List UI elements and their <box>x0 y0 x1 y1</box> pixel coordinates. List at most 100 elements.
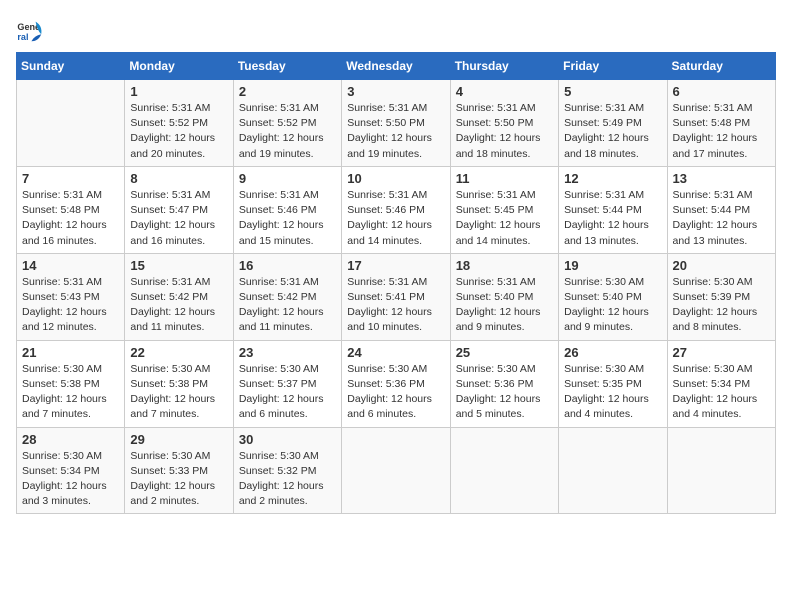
day-number: 19 <box>564 258 661 273</box>
day-info: Sunrise: 5:31 AMSunset: 5:50 PMDaylight:… <box>456 101 553 162</box>
day-info: Sunrise: 5:31 AMSunset: 5:52 PMDaylight:… <box>239 101 336 162</box>
calendar-body: 1Sunrise: 5:31 AMSunset: 5:52 PMDaylight… <box>17 80 776 514</box>
calendar-header-cell: Thursday <box>450 53 558 80</box>
day-number: 8 <box>130 171 227 186</box>
calendar-cell <box>667 427 775 514</box>
day-info: Sunrise: 5:30 AMSunset: 5:32 PMDaylight:… <box>239 449 336 510</box>
calendar-cell: 24 Sunrise: 5:30 AMSunset: 5:36 PMDayligh… <box>342 340 450 427</box>
day-number: 25 <box>456 345 553 360</box>
calendar-cell: 14 Sunrise: 5:31 AMSunset: 5:43 PMDayligh… <box>17 253 125 340</box>
calendar-cell <box>450 427 558 514</box>
calendar-cell: 7Sunrise: 5:31 AMSunset: 5:48 PMDaylight… <box>17 166 125 253</box>
day-number: 6 <box>673 84 770 99</box>
day-number: 24 <box>347 345 444 360</box>
calendar-cell: 17 Sunrise: 5:31 AMSunset: 5:41 PMDayligh… <box>342 253 450 340</box>
day-number: 16 <box>239 258 336 273</box>
svg-text:ral: ral <box>17 32 28 42</box>
calendar-header-cell: Wednesday <box>342 53 450 80</box>
calendar-week-row: 28 Sunrise: 5:30 AMSunset: 5:34 PMDayligh… <box>17 427 776 514</box>
day-info: Sunrise: 5:31 AMSunset: 5:52 PMDaylight:… <box>130 101 227 162</box>
day-number: 13 <box>673 171 770 186</box>
day-info: Sunrise: 5:30 AMSunset: 5:35 PMDaylight:… <box>564 362 661 423</box>
calendar-header-cell: Sunday <box>17 53 125 80</box>
day-number: 7 <box>22 171 119 186</box>
calendar-cell: 27 Sunrise: 5:30 AMSunset: 5:34 PMDayligh… <box>667 340 775 427</box>
day-number: 23 <box>239 345 336 360</box>
calendar-cell <box>342 427 450 514</box>
calendar-week-row: 21 Sunrise: 5:30 AMSunset: 5:38 PMDayligh… <box>17 340 776 427</box>
calendar-header-cell: Tuesday <box>233 53 341 80</box>
day-number: 9 <box>239 171 336 186</box>
day-info: Sunrise: 5:30 AMSunset: 5:38 PMDaylight:… <box>130 362 227 423</box>
calendar-cell: 25 Sunrise: 5:30 AMSunset: 5:36 PMDayligh… <box>450 340 558 427</box>
calendar-cell: 2 Sunrise: 5:31 AMSunset: 5:52 PMDaylight… <box>233 80 341 167</box>
day-info: Sunrise: 5:31 AMSunset: 5:47 PMDaylight:… <box>130 188 227 249</box>
calendar-cell: 13 Sunrise: 5:31 AMSunset: 5:44 PMDayligh… <box>667 166 775 253</box>
day-info: Sunrise: 5:30 AMSunset: 5:33 PMDaylight:… <box>130 449 227 510</box>
calendar-cell: 29 Sunrise: 5:30 AMSunset: 5:33 PMDayligh… <box>125 427 233 514</box>
logo: Gene ral <box>16 16 48 44</box>
calendar-cell: 5 Sunrise: 5:31 AMSunset: 5:49 PMDaylight… <box>559 80 667 167</box>
calendar-cell: 26 Sunrise: 5:30 AMSunset: 5:35 PMDayligh… <box>559 340 667 427</box>
day-number: 12 <box>564 171 661 186</box>
calendar-cell: 16 Sunrise: 5:31 AMSunset: 5:42 PMDayligh… <box>233 253 341 340</box>
calendar-cell <box>17 80 125 167</box>
day-number: 5 <box>564 84 661 99</box>
day-info: Sunrise: 5:31 AMSunset: 5:42 PMDaylight:… <box>239 275 336 336</box>
day-info: Sunrise: 5:31 AMSunset: 5:50 PMDaylight:… <box>347 101 444 162</box>
logo-icon: Gene ral <box>16 16 44 44</box>
day-info: Sunrise: 5:30 AMSunset: 5:40 PMDaylight:… <box>564 275 661 336</box>
calendar-cell: 21 Sunrise: 5:30 AMSunset: 5:38 PMDayligh… <box>17 340 125 427</box>
day-info: Sunrise: 5:31 AMSunset: 5:41 PMDaylight:… <box>347 275 444 336</box>
day-number: 15 <box>130 258 227 273</box>
day-info: Sunrise: 5:31 AMSunset: 5:44 PMDaylight:… <box>673 188 770 249</box>
calendar-cell: 3Sunrise: 5:31 AMSunset: 5:50 PMDaylight… <box>342 80 450 167</box>
day-number: 10 <box>347 171 444 186</box>
calendar-header-cell: Monday <box>125 53 233 80</box>
day-info: Sunrise: 5:30 AMSunset: 5:34 PMDaylight:… <box>673 362 770 423</box>
calendar-cell: 22 Sunrise: 5:30 AMSunset: 5:38 PMDayligh… <box>125 340 233 427</box>
calendar-cell: 28 Sunrise: 5:30 AMSunset: 5:34 PMDayligh… <box>17 427 125 514</box>
calendar-cell: 15Sunrise: 5:31 AMSunset: 5:42 PMDayligh… <box>125 253 233 340</box>
day-number: 4 <box>456 84 553 99</box>
day-number: 21 <box>22 345 119 360</box>
calendar-week-row: 1Sunrise: 5:31 AMSunset: 5:52 PMDaylight… <box>17 80 776 167</box>
calendar-cell: 19 Sunrise: 5:30 AMSunset: 5:40 PMDayligh… <box>559 253 667 340</box>
day-number: 17 <box>347 258 444 273</box>
calendar-cell: 4 Sunrise: 5:31 AMSunset: 5:50 PMDaylight… <box>450 80 558 167</box>
calendar-table: SundayMondayTuesdayWednesdayThursdayFrid… <box>16 52 776 514</box>
calendar-header-cell: Saturday <box>667 53 775 80</box>
calendar-cell: 20 Sunrise: 5:30 AMSunset: 5:39 PMDayligh… <box>667 253 775 340</box>
day-info: Sunrise: 5:30 AMSunset: 5:36 PMDaylight:… <box>456 362 553 423</box>
day-info: Sunrise: 5:30 AMSunset: 5:36 PMDaylight:… <box>347 362 444 423</box>
calendar-header-row: SundayMondayTuesdayWednesdayThursdayFrid… <box>17 53 776 80</box>
calendar-cell: 8 Sunrise: 5:31 AMSunset: 5:47 PMDaylight… <box>125 166 233 253</box>
day-number: 22 <box>130 345 227 360</box>
day-info: Sunrise: 5:31 AMSunset: 5:46 PMDaylight:… <box>347 188 444 249</box>
calendar-cell: 6 Sunrise: 5:31 AMSunset: 5:48 PMDaylight… <box>667 80 775 167</box>
day-info: Sunrise: 5:31 AMSunset: 5:49 PMDaylight:… <box>564 101 661 162</box>
day-number: 11 <box>456 171 553 186</box>
calendar-cell: 10 Sunrise: 5:31 AMSunset: 5:46 PMDayligh… <box>342 166 450 253</box>
day-number: 14 <box>22 258 119 273</box>
day-number: 28 <box>22 432 119 447</box>
day-info: Sunrise: 5:31 AMSunset: 5:46 PMDaylight:… <box>239 188 336 249</box>
calendar-cell: 1Sunrise: 5:31 AMSunset: 5:52 PMDaylight… <box>125 80 233 167</box>
calendar-cell: 12Sunrise: 5:31 AMSunset: 5:44 PMDayligh… <box>559 166 667 253</box>
day-info: Sunrise: 5:31 AMSunset: 5:40 PMDaylight:… <box>456 275 553 336</box>
day-number: 20 <box>673 258 770 273</box>
day-info: Sunrise: 5:31 AMSunset: 5:48 PMDaylight:… <box>673 101 770 162</box>
day-number: 2 <box>239 84 336 99</box>
calendar-cell: 18Sunrise: 5:31 AMSunset: 5:40 PMDayligh… <box>450 253 558 340</box>
day-number: 29 <box>130 432 227 447</box>
day-number: 27 <box>673 345 770 360</box>
day-info: Sunrise: 5:30 AMSunset: 5:38 PMDaylight:… <box>22 362 119 423</box>
day-info: Sunrise: 5:30 AMSunset: 5:34 PMDaylight:… <box>22 449 119 510</box>
header: Gene ral <box>16 16 776 44</box>
calendar-cell <box>559 427 667 514</box>
day-info: Sunrise: 5:30 AMSunset: 5:39 PMDaylight:… <box>673 275 770 336</box>
day-info: Sunrise: 5:31 AMSunset: 5:43 PMDaylight:… <box>22 275 119 336</box>
calendar-cell: 9 Sunrise: 5:31 AMSunset: 5:46 PMDaylight… <box>233 166 341 253</box>
calendar-week-row: 14 Sunrise: 5:31 AMSunset: 5:43 PMDayligh… <box>17 253 776 340</box>
day-number: 26 <box>564 345 661 360</box>
